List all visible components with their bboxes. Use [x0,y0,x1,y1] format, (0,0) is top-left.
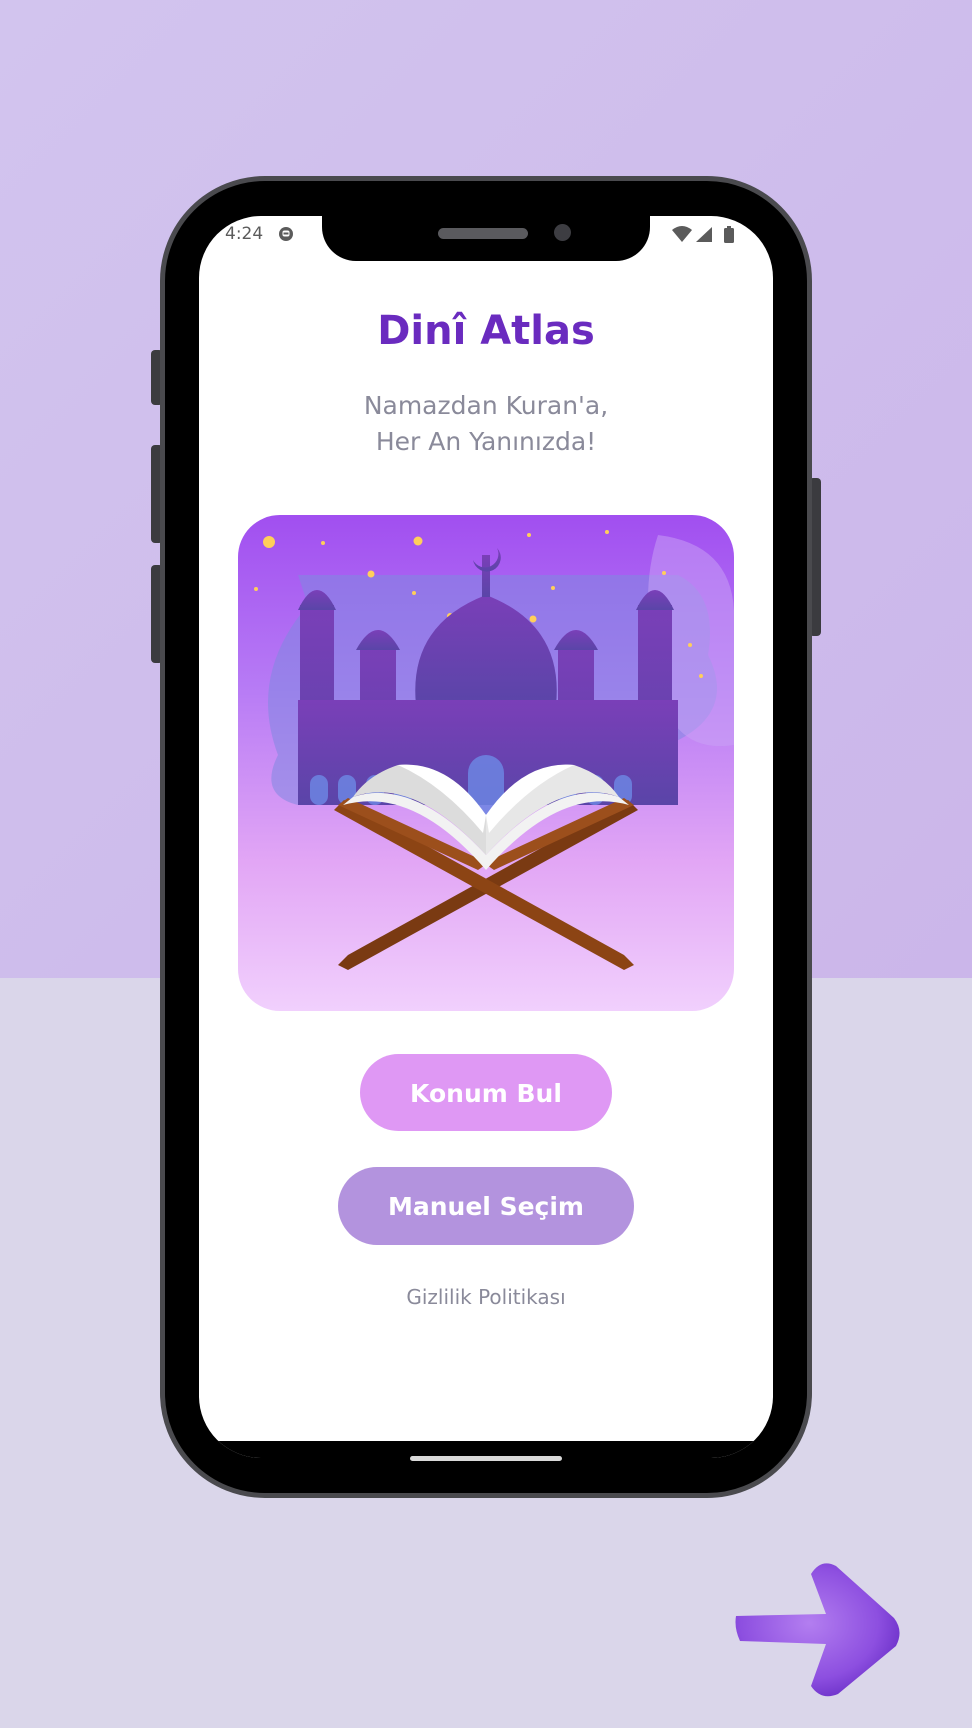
battery-icon [724,226,734,243]
cellular-signal-icon [696,227,712,242]
home-indicator[interactable] [410,1456,562,1461]
phone-speaker [438,228,528,239]
manual-selection-button[interactable]: Manuel Seçim [338,1167,634,1245]
wifi-icon [672,226,692,242]
subtitle-line-2: Her An Yanınızda! [375,427,597,456]
app-subtitle: Namazdan Kuran'a, Her An Yanınızda! [199,388,773,460]
find-location-button[interactable]: Konum Bul [360,1054,612,1131]
privacy-policy-link[interactable]: Gizlilik Politikası [199,1285,773,1309]
status-icons [672,226,734,243]
phone-camera [554,224,571,241]
subtitle-line-1: Namazdan Kuran'a, [363,391,609,420]
right-arrow-icon[interactable] [726,1556,906,1706]
status-time: 4:24 [225,224,264,244]
mosque-quran-illustration [238,515,734,1011]
illustration-graphic [238,515,734,1011]
notification-icon [279,227,293,241]
app-title: Dinî Atlas [377,308,595,354]
